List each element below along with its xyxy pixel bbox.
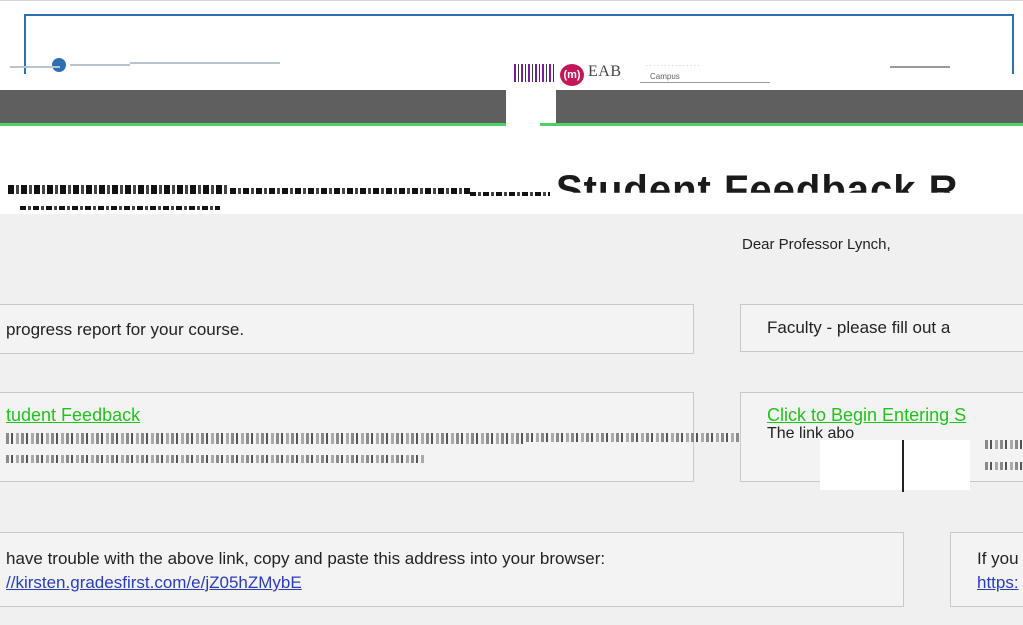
logo-underline [640, 82, 770, 83]
scrambled-text [6, 455, 426, 463]
scrambled-text [6, 433, 526, 444]
logo-campus: Campus [650, 72, 680, 81]
top-border [0, 0, 1023, 1]
scrambled-text [20, 206, 220, 210]
intro-text-left: progress report for your course. [6, 320, 245, 339]
link-box-left: tudent Feedback [0, 392, 796, 482]
header-faint-line [70, 64, 130, 66]
nav-band-left-accent [0, 123, 506, 126]
header-right-line [890, 66, 950, 68]
scrambled-text [470, 192, 550, 196]
feedback-link-right[interactable]: Click to Begin Entering S [767, 405, 966, 426]
intro-box-right: Faculty - please fill out a [740, 304, 1023, 352]
feedback-link-left[interactable]: tudent Feedback [6, 405, 140, 426]
nav-band-right-accent [540, 123, 1023, 126]
help-text-right: If you [977, 549, 1019, 568]
logo-text: EAB [588, 63, 622, 80]
header-faint-line [130, 62, 280, 64]
intro-box-left: progress report for your course. [0, 304, 694, 354]
fallback-url-left[interactable]: //kirsten.gradesfirst.com/e/jZ05hZMybE [6, 573, 302, 593]
scrambled-text [985, 440, 1023, 449]
help-text-left: have trouble with the above link, copy a… [6, 549, 606, 568]
page-headline: Student Feedback R [556, 168, 959, 212]
header-faint-line [10, 66, 60, 68]
intro-text-right: Faculty - please fill out a [767, 318, 951, 337]
overlay-block [820, 440, 970, 490]
overlay-divider [902, 440, 904, 492]
nav-band-left [0, 90, 506, 126]
logo-pattern-icon [514, 64, 554, 82]
scrambled-text [8, 185, 228, 194]
logo-badge-icon: (m) [560, 64, 584, 86]
help-box-right: If you https: [950, 532, 1023, 607]
fallback-url-right[interactable]: https: [977, 573, 1019, 593]
greeting-text: Dear Professor Lynch, [742, 236, 891, 253]
logo-tagline: · · · · · · · · · · · · · · · [646, 63, 700, 69]
help-box-left: have trouble with the above link, copy a… [0, 532, 904, 607]
scrambled-text [230, 188, 470, 194]
nav-band-right [556, 90, 1023, 126]
scrambled-text [985, 462, 1023, 470]
brand-dot-icon [52, 58, 66, 72]
